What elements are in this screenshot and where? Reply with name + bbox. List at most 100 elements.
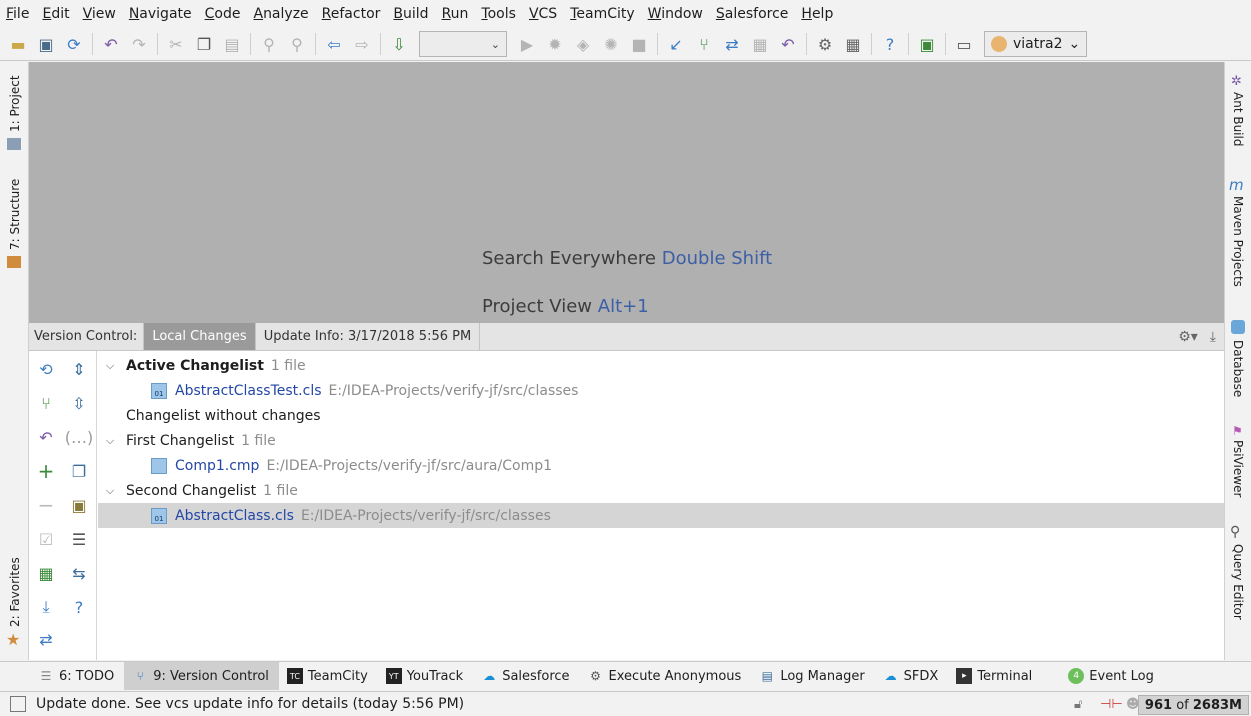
chevron-down-icon[interactable]: ⌵ [104,359,116,373]
file-node-selected[interactable]: 01 AbstractClass.cls E:/IDEA-Projects/ve… [98,503,1224,528]
build-icon[interactable]: ⇩ [385,31,413,57]
structure-tool-tab[interactable]: 7: Structure [8,179,22,250]
tab-event-log[interactable]: 4 Event Log [1060,662,1164,690]
commit-icon[interactable]: ⑂ [34,391,58,415]
file-node[interactable]: Comp1.cmp E:/IDEA-Projects/verify-jf/src… [98,453,1224,478]
tab-version-control[interactable]: ⑂ 9: Version Control [124,662,279,690]
group-by-icon[interactable]: (…) [65,425,93,449]
gear-icon[interactable]: ⚙▾ [1178,329,1198,345]
chevron-down-icon[interactable]: ⌵ [104,484,116,498]
ant-build-tool-tab[interactable]: Ant Build [1231,92,1245,146]
menu-build[interactable]: Build [393,6,428,22]
vcs-commit-icon[interactable]: ⑂ [690,31,718,57]
changelist-node[interactable]: ⌵ First Changelist 1 file [98,428,1224,453]
undo-icon[interactable]: ↶ [97,31,125,57]
paste-icon[interactable]: ▤ [218,31,246,57]
tab-update-info[interactable]: Update Info: 3/17/2018 5:56 PM [256,323,481,350]
menu-salesforce[interactable]: Salesforce [716,6,789,22]
debug-icon[interactable]: ✹ [541,31,569,57]
menu-window[interactable]: Window [648,6,703,22]
menu-refactor[interactable]: Refactor [322,6,381,22]
file-node[interactable]: 01 AbstractClassTest.cls E:/IDEA-Project… [98,378,1224,403]
menu-analyze[interactable]: Analyze [253,6,308,22]
back-icon[interactable]: ⇦ [320,31,348,57]
rollback-icon[interactable]: ↶ [34,425,58,449]
menu-file[interactable]: File [6,6,29,22]
set-active-icon[interactable]: ☑ [34,527,58,551]
maven-projects-tool-tab[interactable]: Maven Projects [1231,196,1245,287]
psiviewer-tool-tab[interactable]: PsiViewer [1231,440,1245,497]
changelist-node[interactable]: ⌵ Active Changelist 1 file [98,353,1224,378]
run-icon[interactable]: ▶ [513,31,541,57]
ant-icon: ✲ [1231,74,1242,89]
menu-teamcity[interactable]: TeamCity [570,6,634,22]
forward-icon[interactable]: ⇨ [348,31,376,57]
tab-youtrack[interactable]: YT YouTrack [378,662,473,690]
menu-help[interactable]: Help [801,6,833,22]
menu-code[interactable]: Code [205,6,241,22]
menu-run[interactable]: Run [442,6,469,22]
menu-edit[interactable]: Edit [42,6,69,22]
query-editor-tool-tab[interactable]: Query Editor [1231,544,1245,620]
stop-icon[interactable]: ■ [625,31,653,57]
project-structure-icon[interactable]: ▦ [839,31,867,57]
compare-icon[interactable]: ⇄ [34,627,58,651]
favorites-tool-tab[interactable]: 2: Favorites [8,557,22,627]
copy-icon[interactable]: ❐ [67,459,91,483]
help-icon[interactable]: ? [67,595,91,619]
chevron-down-icon[interactable]: ⌵ [104,434,116,448]
git-branch-icon[interactable]: ⊣⊢ [1100,697,1123,712]
toolbar-separator [315,33,316,55]
terminal-icon[interactable]: ▭ [950,31,978,57]
tab-sfdx[interactable]: ☁ SFDX [875,662,949,690]
tab-todo[interactable]: ☰ 6: TODO [30,662,124,690]
tab-local-changes[interactable]: Local Changes [143,323,256,350]
changelist-node[interactable]: ⌵ Second Changelist 1 file [98,478,1224,503]
replace-icon[interactable]: ⚲ [283,31,311,57]
cut-icon[interactable]: ✂ [162,31,190,57]
new-changelist-icon[interactable]: + [34,459,58,483]
changelist-node[interactable]: Changelist without changes [98,403,1224,428]
lock-icon[interactable]: 🔓︎ [1074,697,1082,712]
tab-salesforce[interactable]: ☁ Salesforce [473,662,579,690]
refresh-icon[interactable]: ⟲ [34,357,58,381]
hide-icon[interactable]: ⤓ [1210,329,1216,345]
tab-log-manager[interactable]: ▤ Log Manager [751,662,874,690]
move-to-changelist-icon[interactable]: ▦ [34,561,58,585]
menu-navigate[interactable]: Navigate [129,6,192,22]
toggle-tool-windows-icon[interactable] [10,696,26,712]
vcs-update-icon[interactable]: ↙ [662,31,690,57]
collapse-all-icon[interactable]: ⇳ [67,391,91,415]
tab-terminal[interactable]: ▸ Terminal [948,662,1042,690]
menu-tools[interactable]: Tools [481,6,516,22]
tab-execute-anonymous[interactable]: ⚙ Execute Anonymous [580,662,752,690]
remove-changelist-icon[interactable]: − [34,493,58,517]
download-icon[interactable]: ⤓ [34,595,58,619]
redo-icon[interactable]: ↷ [125,31,153,57]
find-icon[interactable]: ⚲ [255,31,283,57]
database-tool-tab[interactable]: Database [1231,340,1245,397]
expand-all-icon[interactable]: ⇕ [67,357,91,381]
settings-icon[interactable]: ⚙ [811,31,839,57]
details-icon[interactable]: ☰ [67,527,91,551]
run-configuration-select[interactable]: ⌄ [419,31,507,57]
copy-icon[interactable]: ❐ [190,31,218,57]
vcs-revert-icon[interactable]: ↶ [774,31,802,57]
diff-icon[interactable]: ⇆ [67,561,91,585]
help-icon[interactable]: ? [876,31,904,57]
memory-indicator[interactable]: 961 of 2683M [1137,695,1249,715]
coverage-icon[interactable]: ◈ [569,31,597,57]
project-tool-tab[interactable]: 1: Project [8,75,22,132]
tab-teamcity[interactable]: TC TeamCity [279,662,378,690]
shelf-icon[interactable]: ▣ [67,493,91,517]
menu-vcs[interactable]: VCS [529,6,557,22]
save-all-icon[interactable]: ▣ [32,31,60,57]
vcs-history-icon[interactable]: ▦ [746,31,774,57]
profile-icon[interactable]: ✺ [597,31,625,57]
sdk-icon[interactable]: ▣ [913,31,941,57]
vcs-compare-icon[interactable]: ⇄ [718,31,746,57]
sync-icon[interactable]: ⟳ [60,31,88,57]
user-account-select[interactable]: viatra2 ⌄ [984,31,1088,57]
menu-view[interactable]: View [83,6,116,22]
open-folder-icon[interactable]: ▬ [4,31,32,57]
